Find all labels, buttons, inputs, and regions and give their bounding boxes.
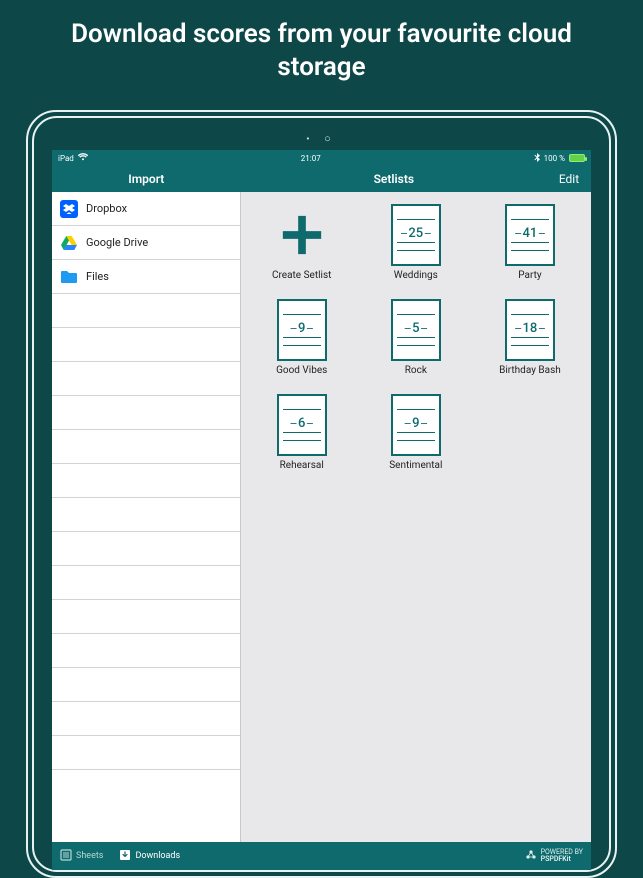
setlist-label: Sentimental [389, 460, 442, 471]
import-source-label: Google Drive [86, 236, 148, 249]
list-row-empty [52, 600, 240, 634]
list-row-empty [52, 294, 240, 328]
list-row-empty [52, 498, 240, 532]
tab-label: Sheets [76, 851, 103, 861]
create-setlist-label: Create Setlist [272, 270, 331, 281]
setlist-count: 6 [283, 416, 321, 431]
plus-icon [277, 204, 327, 266]
setlist-label: Party [518, 270, 541, 281]
setlist-icon: 9 [391, 394, 441, 456]
setlist-icon: 41 [505, 204, 555, 266]
bluetooth-icon [534, 153, 540, 164]
setlist-icon: 25 [391, 204, 441, 266]
setlist-icon: 5 [391, 299, 441, 361]
import-sidebar: Dropbox Google Drive Files [52, 192, 241, 842]
setlist-icon: 6 [277, 394, 327, 456]
tab-label: Downloads [135, 851, 180, 861]
setlist-icon: 9 [277, 299, 327, 361]
battery-pct: 100 % [544, 154, 565, 163]
import-source-label: Dropbox [86, 202, 127, 215]
google-drive-icon [60, 234, 78, 252]
dropbox-icon [60, 200, 78, 218]
setlist-item[interactable]: 9 Good Vibes [249, 299, 355, 376]
import-source-google-drive[interactable]: Google Drive [52, 226, 240, 260]
setlist-item[interactable]: 41 Party [477, 204, 583, 281]
create-setlist-button[interactable]: Create Setlist [249, 204, 355, 281]
list-row-empty [52, 362, 240, 396]
device-frame-inner: • ○ iPad 21:07 100 % [32, 116, 611, 872]
promo-title: Download scores from your favourite clou… [0, 0, 643, 105]
setlist-label: Good Vibes [276, 365, 327, 376]
wifi-icon [78, 153, 88, 163]
list-row-empty [52, 430, 240, 464]
status-bar: iPad 21:07 100 % [52, 150, 591, 166]
device-frame: • ○ iPad 21:07 100 % [26, 110, 617, 878]
setlist-item[interactable]: 9 Sentimental [363, 394, 469, 471]
setlist-label: Weddings [394, 270, 438, 281]
files-icon [60, 268, 78, 286]
setlists-panel: Create Setlist 25 Weddings [241, 192, 591, 842]
setlist-icon: 18 [505, 299, 555, 361]
list-row-empty [52, 668, 240, 702]
import-source-files[interactable]: Files [52, 260, 240, 294]
nav-title-setlists: Setlists [241, 172, 547, 186]
setlist-item[interactable]: 6 Rehearsal [249, 394, 355, 471]
nav-title-import: Import [52, 172, 241, 186]
list-row-empty [52, 464, 240, 498]
device-label: iPad [58, 154, 74, 163]
setlist-item[interactable]: 18 Birthday Bash [477, 299, 583, 376]
app-screen: iPad 21:07 100 % Import Setlists [52, 150, 591, 870]
setlist-label: Rock [405, 365, 427, 376]
download-icon [119, 849, 131, 864]
tab-bar: Sheets Downloads POWERED BY PSPDFKit [52, 842, 591, 870]
setlists-grid: Create Setlist 25 Weddings [249, 204, 583, 471]
device-camera-dots: • ○ [34, 132, 609, 145]
setlist-count: 25 [397, 226, 435, 241]
tab-downloads[interactable]: Downloads [119, 849, 180, 864]
battery-icon [569, 154, 585, 162]
sheets-icon [60, 849, 72, 864]
powered-by-bottom: PSPDFKit [541, 856, 583, 863]
list-row-empty [52, 566, 240, 600]
setlist-count: 9 [283, 321, 321, 336]
setlist-count: 5 [397, 321, 435, 336]
list-row-empty [52, 634, 240, 668]
navigation-bar: Import Setlists Edit [52, 166, 591, 192]
list-row-empty [52, 396, 240, 430]
setlist-label: Rehearsal [280, 460, 324, 471]
list-row-empty [52, 532, 240, 566]
import-source-dropbox[interactable]: Dropbox [52, 192, 240, 226]
tab-sheets[interactable]: Sheets [60, 849, 103, 864]
setlist-label: Birthday Bash [499, 365, 561, 376]
import-source-label: Files [86, 270, 109, 283]
setlist-count: 41 [511, 226, 549, 241]
main-split: Dropbox Google Drive Files [52, 192, 591, 842]
powered-by-pspdfkit: POWERED BY PSPDFKit [525, 849, 583, 863]
setlist-item[interactable]: 25 Weddings [363, 204, 469, 281]
setlist-count: 18 [511, 321, 549, 336]
setlist-item[interactable]: 5 Rock [363, 299, 469, 376]
list-row-empty [52, 736, 240, 770]
edit-button[interactable]: Edit [547, 172, 591, 186]
pspdfkit-icon [525, 849, 537, 863]
setlist-count: 9 [397, 416, 435, 431]
list-row-empty [52, 702, 240, 736]
list-row-empty [52, 328, 240, 362]
clock: 21:07 [88, 154, 534, 163]
